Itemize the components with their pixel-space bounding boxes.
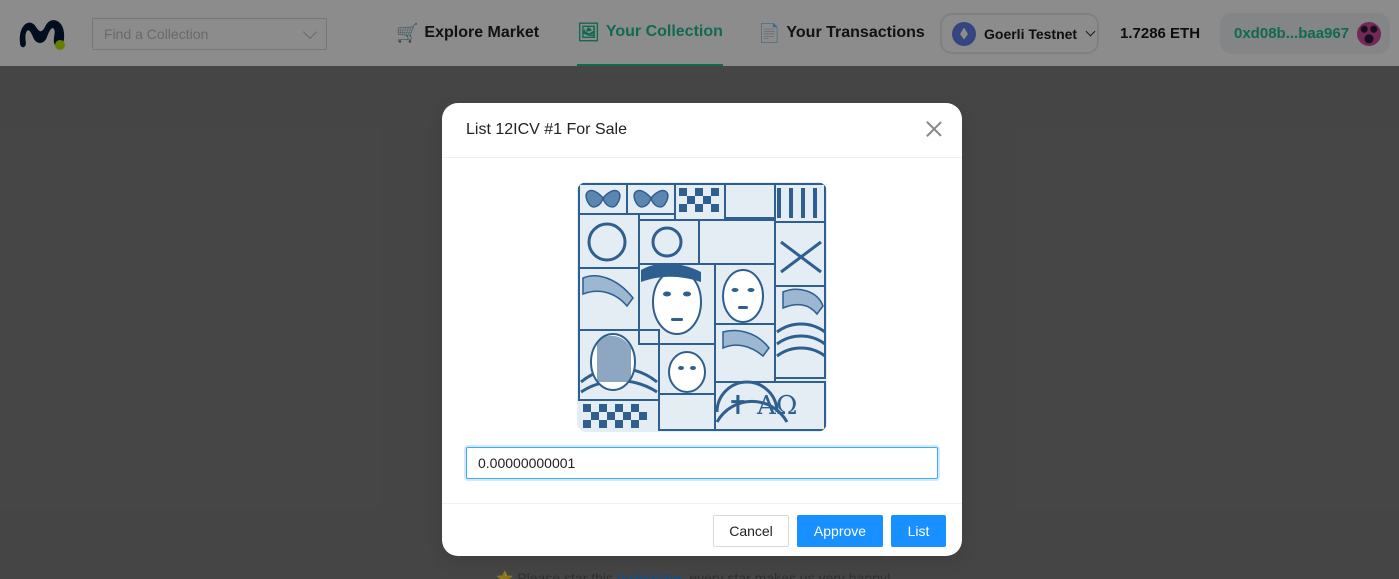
modal-footer: Cancel Approve List [442,503,962,556]
art-symbols-text: ✝ ΑΩ [727,391,797,421]
list-for-sale-modal: List 12ICV #1 For Sale ✝ ΑΩ 0.0000000000… [442,103,962,556]
modal-title: List 12ICV #1 For Sale [466,121,627,138]
approve-button[interactable]: Approve [797,515,883,547]
price-input[interactable] [466,447,938,479]
close-icon[interactable] [926,121,942,137]
list-button[interactable]: List [891,515,946,547]
nft-image: ✝ ΑΩ [577,182,827,432]
modal-header: List 12ICV #1 For Sale [442,103,962,158]
cancel-button[interactable]: Cancel [713,515,789,547]
